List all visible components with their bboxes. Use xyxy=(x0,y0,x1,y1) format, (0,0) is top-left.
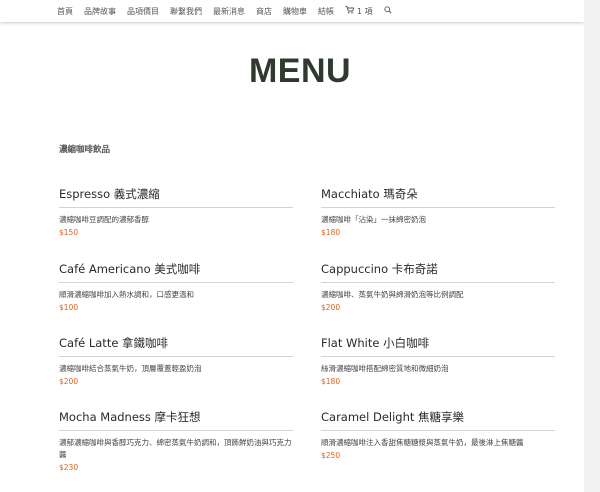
menu-item: Macchiato 瑪奇朵 濃縮咖啡「沾染」一抹綿密奶泡 $180 xyxy=(321,186,555,237)
cart-count: 1 項 xyxy=(357,6,373,16)
menu-item: Espresso 義式濃縮 濃縮咖啡豆調配的濃郁香醇 $150 xyxy=(59,186,293,237)
nav-item-shop[interactable]: 商店 xyxy=(256,6,272,17)
menu-item-price: $250 xyxy=(321,451,341,460)
page-title: MENU xyxy=(248,52,352,90)
search-button[interactable] xyxy=(384,6,392,16)
nav-item-contact[interactable]: 聯繫我們 xyxy=(170,6,202,17)
section-title: 濃縮咖啡飲品 xyxy=(59,145,111,155)
menu-item-description: 順滑濃縮咖啡注入香甜焦糖糖漿與蒸氣牛奶，最後淋上焦糖醬 xyxy=(321,438,524,447)
nav-item-brand-story[interactable]: 品牌故事 xyxy=(84,6,116,17)
menu-item-name: Cappuccino 卡布奇諾 xyxy=(321,261,555,283)
menu-item-price: $180 xyxy=(321,377,341,386)
nav-item-cart[interactable]: 購物車 xyxy=(283,6,307,17)
menu-item: Cappuccino 卡布奇諾 濃縮咖啡、蒸氣牛奶與綿滑奶泡等比例調配 $200 xyxy=(321,261,555,312)
menu-item: Café Americano 美式咖啡 順滑濃縮咖啡加入熱水調和，口感更溫和 $… xyxy=(59,261,293,312)
menu-item-description: 順滑濃縮咖啡加入熱水調和，口感更溫和 xyxy=(59,290,194,299)
menu-item: Café Latte 拿鐵咖啡 濃縮咖啡結合蒸氣牛奶，頂層覆蓋輕盈奶泡 $200 xyxy=(59,335,293,386)
menu-item-name: Espresso 義式濃縮 xyxy=(59,186,293,208)
cart-icon xyxy=(345,6,357,16)
menu-item: Mocha Madness 摩卡狂想 濃郁濃縮咖啡與香醇巧克力、綿密蒸氣牛奶調和… xyxy=(59,409,293,472)
menu-item-name: Macchiato 瑪奇朵 xyxy=(321,186,555,208)
menu-item-price: $200 xyxy=(321,303,341,312)
nav-item-home[interactable]: 首頁 xyxy=(57,6,73,17)
menu-item: Caramel Delight 焦糖享樂 順滑濃縮咖啡注入香甜焦糖糖漿與蒸氣牛奶… xyxy=(321,409,555,460)
nav-item-news[interactable]: 最新消息 xyxy=(213,6,245,17)
search-icon xyxy=(384,6,392,16)
menu-item-description: 絲滑濃縮咖啡搭配綿密質地和微細奶泡 xyxy=(321,364,449,373)
menu-item-price: $100 xyxy=(59,303,79,312)
nav-item-checkout[interactable]: 結帳 xyxy=(318,6,334,17)
nav-item-price-list[interactable]: 品項價目 xyxy=(127,6,159,17)
menu-item-name: Flat White 小白咖啡 xyxy=(321,335,555,357)
mini-cart[interactable]: 1 項 xyxy=(345,6,373,17)
menu-item-description: 濃縮咖啡豆調配的濃郁香醇 xyxy=(59,215,149,224)
menu-item-name: Café Latte 拿鐵咖啡 xyxy=(59,335,293,357)
menu-item-description: 濃郁濃縮咖啡與香醇巧克力、綿密蒸氣牛奶調和，頂飾鮮奶油與巧克力醬 xyxy=(59,438,292,459)
menu-item-price: $230 xyxy=(59,463,79,472)
menu-item-name: Caramel Delight 焦糖享樂 xyxy=(321,409,555,431)
menu-item-description: 濃縮咖啡結合蒸氣牛奶，頂層覆蓋輕盈奶泡 xyxy=(59,364,202,373)
menu-item-name: Café Americano 美式咖啡 xyxy=(59,261,293,283)
menu-item-description: 濃縮咖啡、蒸氣牛奶與綿滑奶泡等比例調配 xyxy=(321,290,464,299)
menu-item-name: Mocha Madness 摩卡狂想 xyxy=(59,409,293,431)
menu-item-price: $180 xyxy=(321,228,341,237)
menu-item-description: 濃縮咖啡「沾染」一抹綿密奶泡 xyxy=(321,215,426,224)
menu-item: Flat White 小白咖啡 絲滑濃縮咖啡搭配綿密質地和微細奶泡 $180 xyxy=(321,335,555,386)
top-navigation: 首頁 品牌故事 品項價目 聯繫我們 最新消息 商店 購物車 結帳 1 項 xyxy=(0,0,584,22)
menu-item-price: $150 xyxy=(59,228,79,237)
menu-item-price: $200 xyxy=(59,377,79,386)
